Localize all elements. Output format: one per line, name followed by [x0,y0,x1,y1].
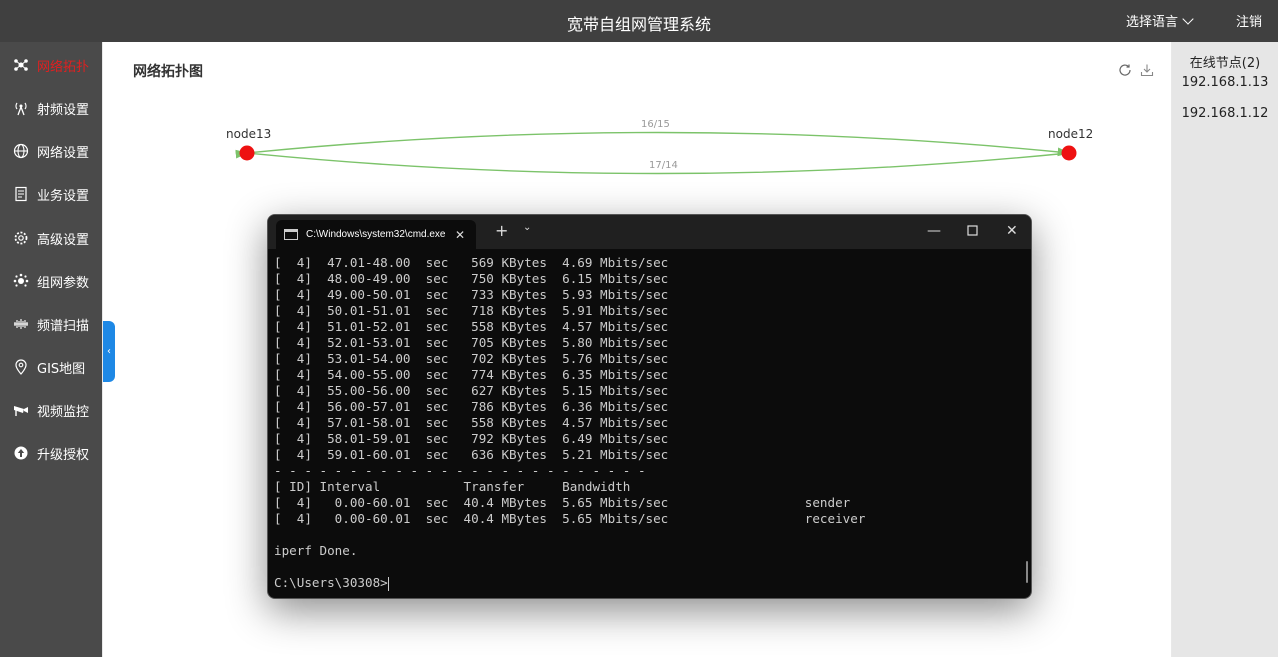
sidebar-item-network-params[interactable]: 组网参数 [0,266,102,296]
sidebar-item-label: 视频监控 [37,404,90,420]
sidebar-item-service-settings[interactable]: 业务设置 [0,179,102,209]
sidebar-item-network-settings[interactable]: 网络设置 [0,136,102,166]
sidebar: 网络拓扑 射频设置 网络设置 业务设置 高级设置 组网参数 频谱扫描 GIS地图… [0,42,102,657]
sidebar-item-label: 射频设置 [37,102,90,118]
topology-node-node13 [239,145,255,161]
topology-graph [235,131,1077,175]
chevron-down-icon[interactable]: ⌄ [523,222,531,233]
gear-icon [13,230,29,246]
chevron-left-icon: ‹ [107,346,111,357]
minimize-button[interactable]: — [927,223,941,239]
new-tab-button[interactable]: + [495,221,508,240]
node-label-node12: node12 [1048,127,1094,141]
terminal-line: [ 4] 48.00-49.00 sec 750 KBytes 6.15 Mbi… [274,271,669,286]
online-nodes-title: 在线节点(2) [1189,56,1261,71]
terminal-line: [ 4] 59.01-60.01 sec 636 KBytes 5.21 Mbi… [274,447,669,462]
terminal-line: [ 4] 57.01-58.01 sec 558 KBytes 4.57 Mbi… [274,415,669,430]
topology-icon [13,57,29,73]
network-params-icon [13,273,29,289]
text-cursor [387,576,389,591]
sidebar-item-video-monitor[interactable]: 视频监控 [0,395,102,425]
online-nodes-panel: 在线节点(2) 192.168.1.13 192.168.1.12 [1172,42,1278,657]
sidebar-item-gis-map[interactable]: GIS地图 [0,352,102,382]
upgrade-icon [13,445,29,461]
topology-node-node12 [1061,145,1077,161]
sidebar-item-rf-settings[interactable]: 射频设置 [0,93,102,123]
spectrum-icon [13,316,29,332]
globe-icon [13,143,29,159]
cmd-tab-title: C:\Windows\system32\cmd.exe [306,229,446,240]
chevron-down-icon [1182,12,1194,25]
terminal-icon [284,229,298,240]
terminal-line: [ 4] 50.01-51.01 sec 718 KBytes 5.91 Mbi… [274,303,669,318]
terminal-prompt[interactable]: C:\Users\30308> [274,575,1024,591]
sidebar-item-topology[interactable]: 网络拓扑 [0,50,102,80]
topology-link-top [235,131,1071,159]
terminal-line: [ 4] 47.01-48.00 sec 569 KBytes 4.69 Mbi… [274,255,669,270]
sidebar-item-label: 频谱扫描 [37,318,90,334]
sidebar-item-label: 网络设置 [37,145,90,161]
terminal-line: [ 4] 0.00-60.01 sec 40.4 MBytes 5.65 Mbi… [274,495,851,510]
terminal-line: [ ID] Interval Transfer Bandwidth [274,479,631,494]
sidebar-item-label: 高级设置 [37,232,90,248]
link-label-top: 16/15 [641,119,670,130]
sidebar-item-advanced-settings[interactable]: 高级设置 [0,223,102,253]
terminal-line: [ 4] 52.01-53.01 sec 705 KBytes 5.80 Mbi… [274,335,669,350]
terminal-line: [ 4] 53.01-54.00 sec 702 KBytes 5.76 Mbi… [274,351,669,366]
terminal-line: [ 4] 58.01-59.01 sec 792 KBytes 6.49 Mbi… [274,431,669,446]
top-bar: 宽带自组网管理系统 选择语言 注销 [0,0,1278,42]
sidebar-collapse-toggle[interactable]: ‹ [103,321,115,382]
sidebar-item-label: 升级授权 [37,447,90,463]
terminal-scrollbar[interactable] [1026,561,1028,583]
tab-close-icon[interactable]: ✕ [455,228,465,242]
terminal-line: - - - - - - - - - - - - - - - - - - - - … [274,463,646,478]
map-pin-icon [13,359,29,375]
sidebar-item-label: GIS地图 [37,361,86,377]
maximize-button[interactable] [967,224,978,240]
cmd-titlebar[interactable]: C:\Windows\system32\cmd.exe ✕ + ⌄ — ✕ [268,215,1031,249]
terminal-line: [ 4] 0.00-60.01 sec 40.4 MBytes 5.65 Mbi… [274,511,866,526]
logout-button[interactable]: 注销 [1236,11,1262,30]
node-label-node13: node13 [226,127,272,141]
sidebar-item-label: 业务设置 [37,188,90,204]
online-node-item[interactable]: 192.168.1.12 [1172,106,1278,121]
link-label-bottom: 17/14 [649,160,678,171]
cmd-window: C:\Windows\system32\cmd.exe ✕ + ⌄ — ✕ [ … [267,214,1032,599]
close-button[interactable]: ✕ [1006,223,1018,239]
document-icon [13,186,29,202]
online-node-item[interactable]: 192.168.1.13 [1172,75,1278,90]
terminal-line: [ 4] 56.00-57.01 sec 786 KBytes 6.36 Mbi… [274,399,669,414]
prompt-text: C:\Users\30308> [274,575,388,590]
sidebar-item-label: 网络拓扑 [37,59,90,75]
cmd-tab[interactable]: C:\Windows\system32\cmd.exe ✕ [276,220,476,249]
camera-icon [13,402,29,418]
antenna-icon [13,100,29,116]
terminal-line: [ 4] 54.00-55.00 sec 774 KBytes 6.35 Mbi… [274,367,669,382]
sidebar-item-label: 组网参数 [37,275,90,291]
terminal-line: [ 4] 51.01-52.01 sec 558 KBytes 4.57 Mbi… [274,319,669,334]
maximize-icon [967,225,978,236]
sidebar-item-upgrade-license[interactable]: 升级授权 [0,438,102,468]
terminal-line: [ 4] 49.00-50.01 sec 733 KBytes 5.93 Mbi… [274,287,669,302]
sidebar-item-spectrum-scan[interactable]: 频谱扫描 [0,309,102,339]
language-label: 选择语言 [1126,15,1179,30]
terminal-output[interactable]: [ 4] 47.01-48.00 sec 569 KBytes 4.69 Mbi… [274,255,1024,591]
language-selector[interactable]: 选择语言 [1126,11,1194,30]
terminal-line: [ 4] 55.00-56.00 sec 627 KBytes 5.15 Mbi… [274,383,669,398]
app-title: 宽带自组网管理系统 [566,15,711,34]
terminal-line: iperf Done. [274,543,358,558]
